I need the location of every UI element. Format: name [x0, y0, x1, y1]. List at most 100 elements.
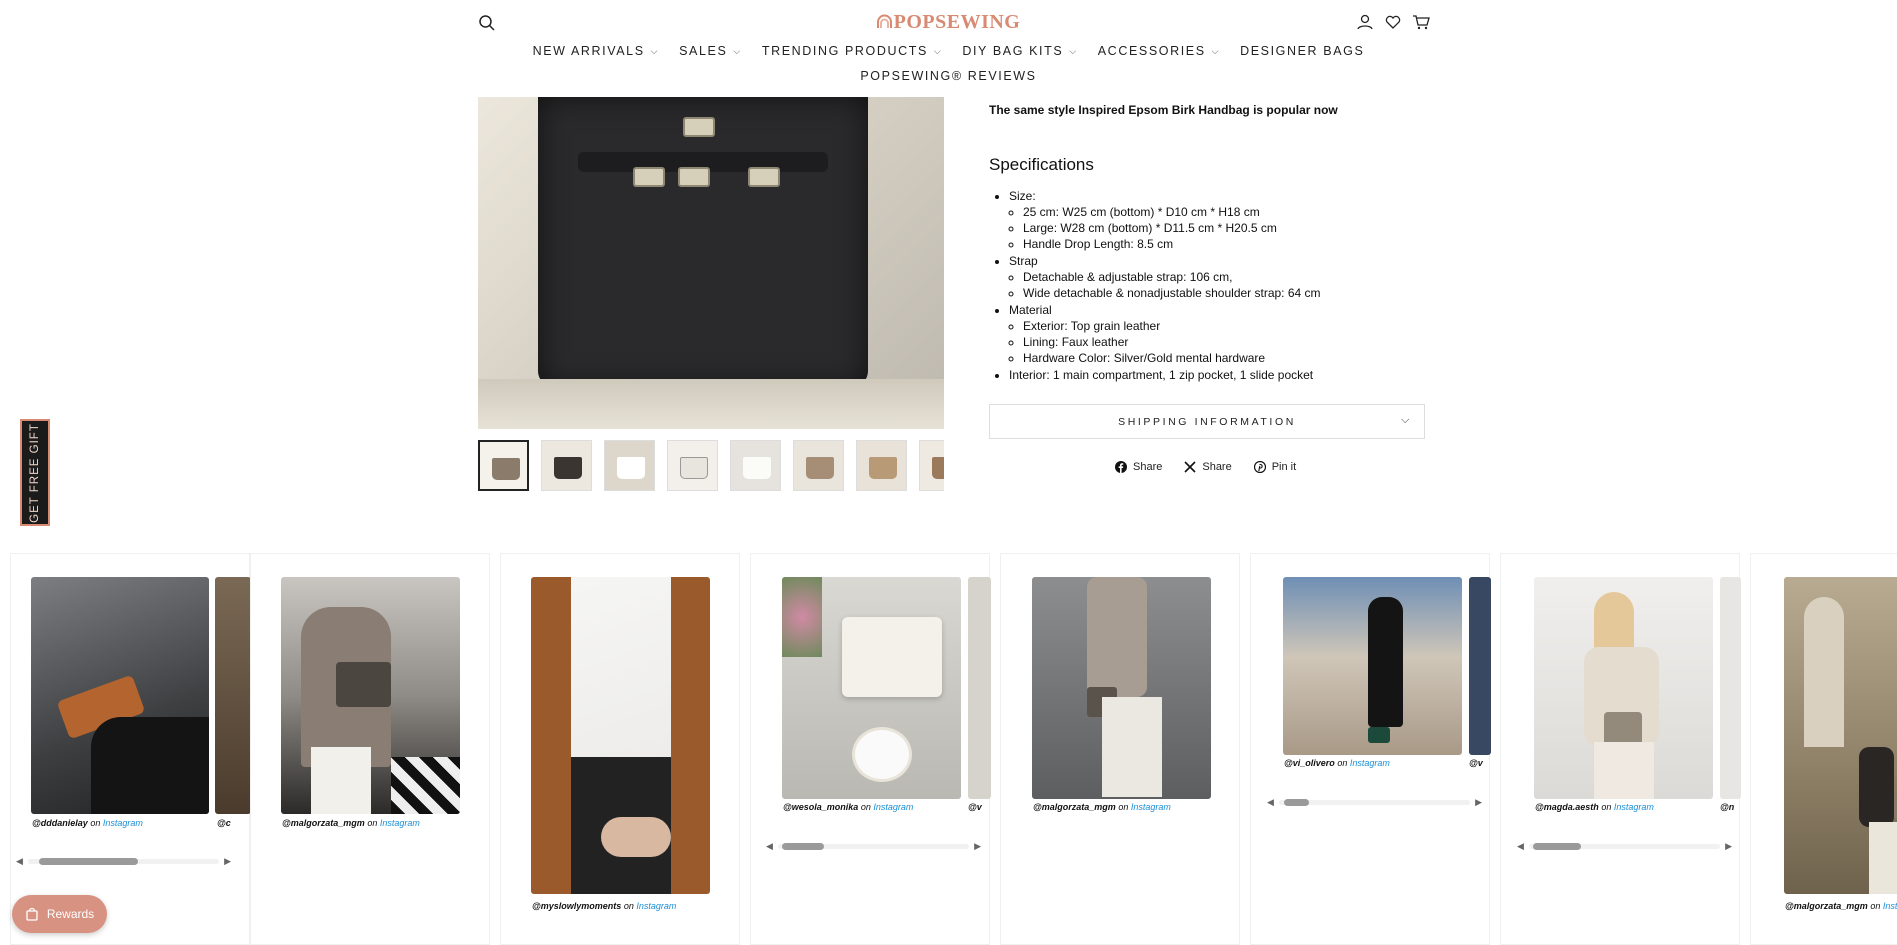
- wishlist-icon[interactable]: [1384, 13, 1402, 31]
- ugc-handle[interactable]: @magda.aesth: [1535, 802, 1599, 812]
- spec-interior: Interior: 1 main compartment, 1 zip pock…: [1009, 367, 1321, 383]
- scroll-right-icon[interactable]: ▶: [1725, 841, 1732, 852]
- ugc-source[interactable]: Instagram: [636, 901, 676, 911]
- ugc-caption: @vi_olivero on Instagram: [1284, 758, 1390, 768]
- nav-accessories[interactable]: ACCESSORIES ⌵: [1098, 44, 1220, 58]
- ugc-handle-peek: @v: [968, 802, 982, 812]
- scroll-thumb[interactable]: [1533, 843, 1581, 850]
- ugc-on: on: [1870, 901, 1881, 911]
- spec-item: Exterior: Top grain leather: [1023, 318, 1321, 334]
- nav-label: SALES: [679, 44, 728, 58]
- ugc-card: @myslowlymoments on Instagram: [500, 553, 740, 945]
- site-logo[interactable]: POPSEWING: [0, 11, 1897, 34]
- ugc-photo[interactable]: [782, 577, 961, 799]
- ugc-photo-peek[interactable]: [1720, 577, 1741, 799]
- spec-strap: Strap: [1009, 253, 1321, 269]
- ugc-source[interactable]: Instagram: [1883, 901, 1897, 911]
- ugc-card: @malgorzata_mgm on Instagram: [1000, 553, 1240, 945]
- share-label: Share: [1202, 461, 1232, 473]
- ugc-source[interactable]: Instagram: [103, 818, 143, 828]
- scroll-right-icon[interactable]: ▶: [1475, 797, 1482, 808]
- scroll-thumb[interactable]: [782, 843, 824, 850]
- specifications-title: Specifications: [989, 155, 1094, 174]
- photo-coffee-cup: [852, 727, 912, 782]
- ugc-handle[interactable]: @malgorzata_mgm: [1785, 901, 1868, 911]
- scroll-right-icon[interactable]: ▶: [974, 841, 981, 852]
- thumbnail[interactable]: [667, 440, 718, 491]
- ugc-photo[interactable]: [31, 577, 209, 814]
- nav-trending-products[interactable]: TRENDING PRODUCTS ⌵: [762, 44, 943, 58]
- hardware-strap-right: [748, 167, 780, 187]
- thumbnail[interactable]: [856, 440, 907, 491]
- ugc-photo[interactable]: [1534, 577, 1713, 799]
- nav-label: TRENDING PRODUCTS: [761, 44, 928, 58]
- ugc-source[interactable]: Instagram: [1614, 802, 1654, 812]
- scroll-left-icon[interactable]: ◀: [1517, 841, 1524, 852]
- x-icon: [1184, 461, 1196, 473]
- ugc-photo[interactable]: [1283, 577, 1462, 755]
- account-icon[interactable]: [1356, 13, 1374, 31]
- ugc-source[interactable]: Instagram: [1131, 802, 1171, 812]
- thumbnail[interactable]: [478, 440, 529, 491]
- scroll-left-icon[interactable]: ◀: [16, 856, 23, 867]
- ugc-scrollbar[interactable]: ◀ ▶: [766, 841, 981, 851]
- ugc-handle-peek: @v: [1469, 758, 1483, 768]
- thumbnail[interactable]: [793, 440, 844, 491]
- ugc-caption: @myslowlymoments on Instagram: [532, 901, 676, 911]
- nav-sales[interactable]: SALES ⌵: [679, 44, 742, 58]
- ugc-handle[interactable]: @dddanielay: [32, 818, 88, 828]
- scroll-thumb[interactable]: [39, 858, 138, 865]
- ugc-handle[interactable]: @myslowlymoments: [532, 901, 621, 911]
- spec-size: Size:: [1009, 188, 1321, 204]
- ugc-photo[interactable]: [281, 577, 460, 814]
- photo-trousers: [1869, 822, 1897, 894]
- get-free-gift-tab[interactable]: GET FREE GIFT: [20, 419, 50, 526]
- ugc-handle[interactable]: @vi_olivero: [1284, 758, 1335, 768]
- ugc-on: on: [90, 818, 101, 828]
- scroll-thumb[interactable]: [1284, 799, 1309, 806]
- chevron-down-icon: ⌵: [933, 45, 943, 56]
- ugc-source[interactable]: Instagram: [1350, 758, 1390, 768]
- ugc-handle[interactable]: @malgorzata_mgm: [1033, 802, 1116, 812]
- thumbnail[interactable]: [541, 440, 592, 491]
- ugc-caption: @malgorzata_mgm on Instagram: [282, 818, 420, 828]
- nav-diy-bag-kits[interactable]: DIY BAG KITS ⌵: [962, 44, 1077, 58]
- ugc-scrollbar[interactable]: ◀ ▶: [1267, 797, 1482, 807]
- nav-reviews[interactable]: POPSEWING® REVIEWS: [0, 69, 1897, 83]
- ugc-handle[interactable]: @malgorzata_mgm: [282, 818, 365, 828]
- ugc-card: @vi_olivero on Instagram @v ◀ ▶: [1250, 553, 1491, 945]
- nav-label: ACCESSORIES: [1097, 44, 1206, 58]
- ugc-caption-peek: @v: [1469, 758, 1483, 768]
- product-thumbnails: [478, 440, 944, 492]
- cart-icon[interactable]: [1412, 13, 1430, 31]
- rewards-button[interactable]: Rewards: [12, 895, 107, 933]
- ugc-handle[interactable]: @wesola_monika: [783, 802, 858, 812]
- shipping-label: SHIPPING INFORMATION: [1118, 415, 1296, 428]
- share-pinterest-button[interactable]: Pin it: [1253, 460, 1296, 474]
- thumbnail[interactable]: [604, 440, 655, 491]
- thumbnail[interactable]: [919, 440, 944, 491]
- ugc-source[interactable]: Instagram: [380, 818, 420, 828]
- product-main-image[interactable]: [478, 97, 944, 429]
- ugc-photo-peek[interactable]: [968, 577, 991, 799]
- scroll-left-icon[interactable]: ◀: [766, 841, 773, 852]
- share-facebook-button[interactable]: Share: [1115, 461, 1162, 473]
- hardware-lock: [678, 167, 710, 187]
- nav-designer-bags[interactable]: DESIGNER BAGS: [1240, 44, 1364, 58]
- ugc-photo[interactable]: [1784, 577, 1897, 894]
- share-x-button[interactable]: Share: [1184, 461, 1232, 473]
- scroll-right-icon[interactable]: ▶: [224, 856, 231, 867]
- shipping-information-accordion[interactable]: SHIPPING INFORMATION ⌵: [989, 404, 1425, 439]
- ugc-scrollbar[interactable]: ◀ ▶: [16, 856, 231, 866]
- ugc-photo[interactable]: [1032, 577, 1211, 799]
- ugc-photo[interactable]: [531, 577, 710, 894]
- scroll-left-icon[interactable]: ◀: [1267, 797, 1274, 808]
- photo-arch: [1804, 597, 1844, 747]
- ugc-photo-peek[interactable]: [1469, 577, 1491, 755]
- thumbnail[interactable]: [730, 440, 781, 491]
- ugc-source[interactable]: Instagram: [873, 802, 913, 812]
- ugc-photo-peek[interactable]: [215, 577, 251, 814]
- ugc-scrollbar[interactable]: ◀ ▶: [1517, 841, 1732, 851]
- nav-new-arrivals[interactable]: NEW ARRIVALS ⌵: [533, 44, 659, 58]
- ugc-caption: @wesola_monika on Instagram: [783, 802, 913, 812]
